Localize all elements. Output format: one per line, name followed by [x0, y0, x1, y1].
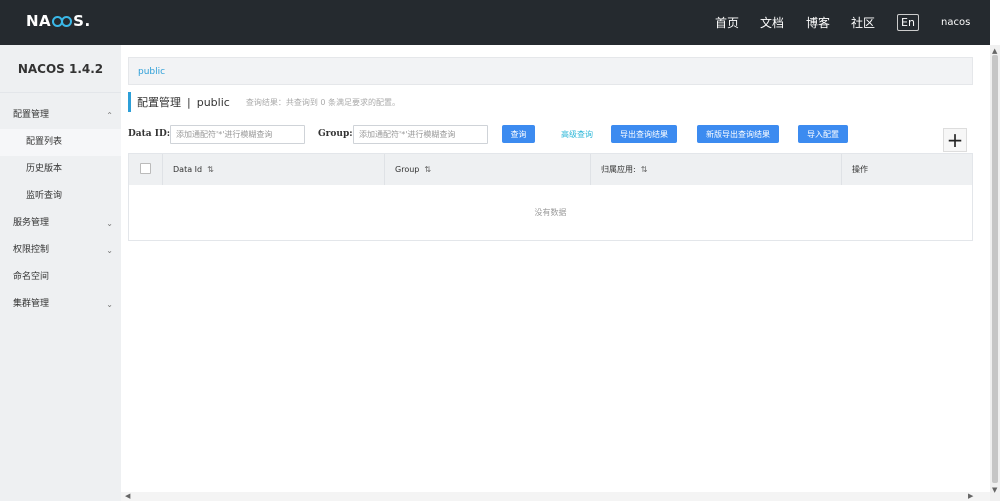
table-header: Data Id ⇅ Group ⇅ 归属应用: ⇅ 操作 — [129, 154, 972, 185]
nav-home[interactable]: 首页 — [715, 14, 739, 31]
chevron-down-icon: ⌄ — [106, 219, 113, 228]
column-label: 归属应用: — [601, 165, 636, 174]
sort-icon[interactable]: ⇅ — [424, 165, 431, 174]
column-label: 操作 — [852, 165, 868, 174]
scroll-thumb[interactable] — [992, 55, 998, 483]
nacos-logo[interactable]: NA S. — [26, 12, 91, 30]
column-app[interactable]: 归属应用: ⇅ — [601, 154, 647, 185]
nav-community[interactable]: 社区 — [851, 14, 875, 31]
top-navbar: NA S. 首页 文档 博客 社区 En nacos — [0, 0, 990, 45]
sidebar-item-service-management[interactable]: 服务管理 ⌄ — [0, 210, 121, 237]
chevron-down-icon: ⌄ — [106, 246, 113, 255]
scroll-right-icon[interactable]: ▶ — [968, 492, 973, 500]
column-data-id[interactable]: Data Id ⇅ — [173, 154, 214, 185]
title-separator: | — [187, 95, 191, 109]
sidebar-item-label: 配置列表 — [26, 137, 63, 147]
scroll-left-icon[interactable]: ◀ — [125, 492, 130, 500]
column-label: Group — [395, 165, 420, 174]
export-new-results-button[interactable]: 新版导出查询结果 — [697, 125, 779, 143]
sidebar-item-label: 监听查询 — [26, 191, 63, 201]
user-name[interactable]: nacos — [941, 17, 970, 28]
sidebar-item-label: 配置管理 — [13, 110, 50, 120]
sidebar-item-label: 集群管理 — [13, 299, 50, 309]
sidebar-item-config-list[interactable]: 配置列表 — [0, 129, 121, 156]
chevron-up-icon: ⌃ — [106, 111, 113, 120]
vertical-scrollbar[interactable]: ▲ ▼ — [990, 45, 1000, 501]
export-results-button[interactable]: 导出查询结果 — [611, 125, 677, 143]
chevron-down-icon: ⌄ — [106, 300, 113, 309]
main-content: public 配置管理 | public 查询结果：共查询到 0 条满足要求的配… — [121, 45, 990, 501]
sidebar-item-label: 服务管理 — [13, 218, 50, 228]
advanced-search-link[interactable]: 高级查询 — [561, 129, 593, 140]
sidebar: NACOS 1.4.2 配置管理 ⌃ 配置列表 历史版本 监听查询 服务管理 ⌄… — [0, 45, 121, 501]
group-input[interactable]: 添加通配符'*'进行模糊查询 — [353, 125, 488, 144]
sidebar-item-cluster-management[interactable]: 集群管理 ⌄ — [0, 291, 121, 318]
nav-docs[interactable]: 文档 — [760, 14, 784, 31]
scroll-up-icon[interactable]: ▲ — [992, 47, 997, 55]
language-toggle-button[interactable]: En — [897, 14, 919, 31]
sidebar-item-namespace[interactable]: 命名空间 — [0, 264, 121, 291]
sidebar-item-listener-query[interactable]: 监听查询 — [0, 183, 121, 210]
empty-table-message: 没有数据 — [534, 208, 567, 217]
sidebar-item-label: 命名空间 — [13, 272, 50, 282]
page-namespace: public — [196, 95, 230, 109]
namespace-public-link[interactable]: public — [138, 67, 165, 77]
data-id-label: Data ID: — [128, 129, 171, 139]
sort-icon[interactable]: ⇅ — [207, 165, 214, 174]
version-label: NACOS 1.4.2 — [0, 45, 121, 93]
scroll-down-icon[interactable]: ▼ — [992, 486, 997, 494]
horizontal-scrollbar[interactable]: ◀ ▶ — [121, 492, 990, 501]
nav-blog[interactable]: 博客 — [806, 14, 830, 31]
group-label: Group: — [318, 129, 353, 139]
sidebar-item-config-management[interactable]: 配置管理 ⌃ — [0, 102, 121, 129]
import-config-button[interactable]: 导入配置 — [798, 125, 848, 143]
data-id-input[interactable]: 添加通配符'*'进行模糊查询 — [170, 125, 305, 144]
sidebar-item-label: 权限控制 — [13, 245, 50, 255]
sort-icon[interactable]: ⇅ — [641, 165, 648, 174]
config-table: Data Id ⇅ Group ⇅ 归属应用: ⇅ 操作 没有数据 — [128, 153, 973, 241]
namespace-bar: public — [128, 57, 973, 85]
page-title: 配置管理 — [137, 96, 181, 109]
sidebar-item-label: 历史版本 — [26, 164, 63, 174]
search-button[interactable]: 查询 — [502, 125, 535, 143]
sidebar-item-history-version[interactable]: 历史版本 — [0, 156, 121, 183]
select-all-checkbox[interactable] — [140, 163, 151, 174]
query-result-hint: 查询结果：共查询到 0 条满足要求的配置。 — [245, 97, 401, 107]
page-header: 配置管理 | public 查询结果：共查询到 0 条满足要求的配置。 — [128, 92, 400, 112]
column-actions: 操作 — [852, 154, 868, 185]
add-config-button[interactable]: + — [943, 128, 967, 152]
column-label: Data Id — [173, 165, 203, 174]
column-group[interactable]: Group ⇅ — [395, 154, 431, 185]
sidebar-item-access-control[interactable]: 权限控制 ⌄ — [0, 237, 121, 264]
